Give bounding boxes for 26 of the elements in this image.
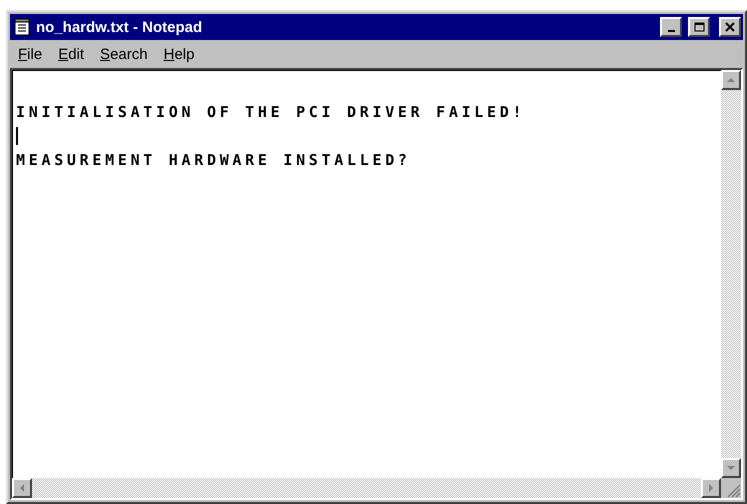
right-arrow-icon: [707, 484, 715, 492]
scroll-right-button[interactable]: [701, 478, 721, 498]
maximize-icon: [694, 22, 704, 32]
menu-item[interactable]: Edit: [52, 44, 90, 64]
down-arrow-icon: [727, 464, 735, 472]
menu-item[interactable]: Search: [94, 44, 154, 64]
window-title: no_hardw.txt - Notepad: [36, 18, 204, 36]
minimize-button[interactable]: [660, 17, 682, 37]
scroll-left-button[interactable]: [12, 478, 32, 498]
text-line: INITIALISATION OF THE PCI DRIVER FAILED!: [16, 102, 526, 123]
close-button[interactable]: [719, 17, 741, 37]
left-arrow-icon: [18, 484, 26, 492]
notepad-icon: [14, 18, 30, 36]
menu-item[interactable]: Help: [158, 44, 200, 64]
close-icon: [725, 22, 735, 32]
menu-item[interactable]: File: [12, 44, 48, 64]
horizontal-scrollbar[interactable]: [12, 478, 721, 498]
scroll-up-button[interactable]: [721, 70, 741, 90]
minimize-icon: [668, 30, 674, 32]
text-editor[interactable]: INITIALISATION OF THE PCI DRIVER FAILED! MEASUREMENT HARDWARE INSTALLED?: [10, 68, 743, 500]
text-line: MEASUREMENT HARDWARE INSTALLED?: [16, 150, 412, 171]
text-cursor: [16, 127, 18, 145]
scroll-down-button[interactable]: [721, 458, 741, 478]
up-arrow-icon: [727, 76, 735, 84]
vertical-scrollbar[interactable]: [721, 70, 741, 478]
maximize-button[interactable]: [688, 17, 710, 37]
